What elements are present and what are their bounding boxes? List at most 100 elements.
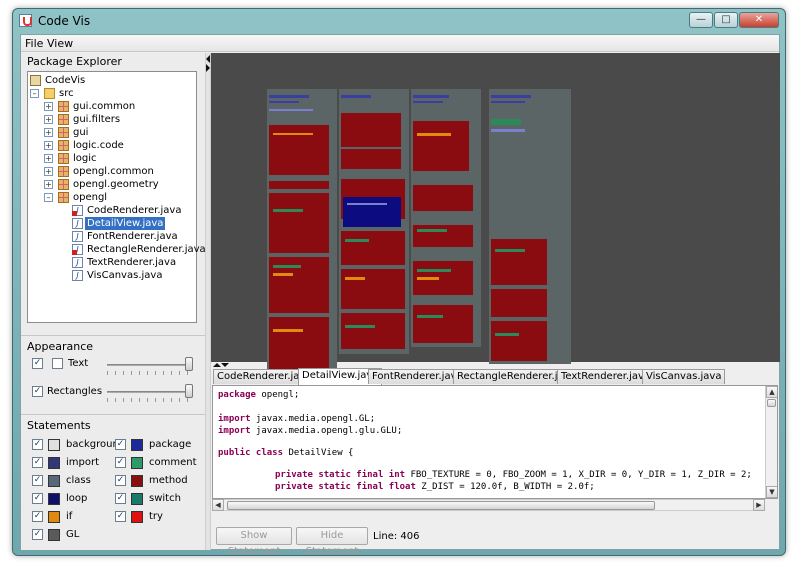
file-overview-column[interactable] [339, 89, 409, 354]
statement-color-swatch[interactable] [131, 493, 143, 505]
statement-color-swatch[interactable] [48, 529, 60, 541]
statement-checkbox[interactable]: ✓ [115, 439, 126, 450]
tree-item-label: VisCanvas.java [87, 270, 163, 281]
statement-color-swatch[interactable] [131, 439, 143, 451]
statement-checkbox[interactable]: ✓ [115, 475, 126, 486]
appearance-title: Appearance [27, 340, 94, 353]
tree-item-label: opengl.common [73, 166, 154, 177]
statement-color-swatch[interactable] [48, 475, 60, 487]
scroll-down-icon[interactable]: ▼ [766, 486, 777, 498]
statement-color-swatch[interactable] [48, 511, 60, 523]
show-statement-button[interactable]: Show Statement [216, 527, 292, 557]
vertical-scroll-thumb[interactable] [767, 399, 776, 407]
divider [21, 414, 205, 415]
tree-item-package[interactable]: + gui.common [44, 100, 137, 113]
close-button[interactable]: ✕ [739, 12, 779, 28]
tree-item-project[interactable]: CodeVis [30, 74, 87, 87]
tree-item-package[interactable]: + logic [44, 152, 99, 165]
text-slider-thumb[interactable] [185, 357, 193, 371]
tree-item-label: gui.common [73, 101, 136, 112]
statement-checkbox[interactable]: ✓ [115, 457, 126, 468]
scroll-right-icon[interactable]: ▶ [753, 499, 765, 511]
statement-color-swatch[interactable] [131, 511, 143, 523]
statement-checkbox[interactable]: ✓ [32, 439, 43, 450]
file-overview-column[interactable] [267, 89, 337, 379]
expand-icon[interactable]: + [44, 154, 53, 163]
expand-down-arrow-icon[interactable] [221, 363, 229, 367]
statement-checkbox[interactable]: ✓ [32, 529, 43, 540]
code-visualization-canvas[interactable] [211, 53, 780, 379]
statement-color-swatch[interactable] [48, 439, 60, 451]
tab-viscanvas[interactable]: VisCanvas.java [642, 369, 726, 384]
slider-ticks [107, 371, 193, 375]
rectangles-slider[interactable] [107, 391, 193, 393]
statement-color-swatch[interactable] [131, 457, 143, 469]
menu-view[interactable]: View [47, 37, 73, 50]
collapse-icon[interactable]: – [30, 89, 39, 98]
tab-textrenderer[interactable]: TextRenderer.java [557, 369, 655, 384]
expand-icon[interactable]: + [44, 102, 53, 111]
file-overview-column[interactable] [411, 89, 481, 347]
expand-icon[interactable]: + [44, 141, 53, 150]
tree-item-package[interactable]: – opengl [44, 191, 109, 204]
expand-icon[interactable]: + [44, 115, 53, 124]
left-panel: Package Explorer CodeVis – src + gui.com… [21, 53, 206, 550]
statement-color-swatch[interactable] [48, 493, 60, 505]
statement-checkbox[interactable]: ✓ [32, 457, 43, 468]
statement-checkbox[interactable]: ✓ [115, 493, 126, 504]
hide-statement-button[interactable]: Hide Statement [296, 527, 368, 557]
tree-item-package[interactable]: + gui.filters [44, 113, 122, 126]
collapse-left-arrow-icon[interactable] [206, 55, 210, 63]
rectangles-slider-thumb[interactable] [185, 384, 193, 398]
project-icon [30, 75, 41, 86]
text-slider[interactable] [107, 364, 193, 366]
statement-checkbox[interactable]: ✓ [115, 511, 126, 522]
statement-label: class [66, 475, 91, 486]
minimize-button[interactable]: — [689, 12, 713, 28]
tree-item-file[interactable]: J FontRenderer.java [72, 230, 180, 243]
tree-item-label: logic [73, 153, 97, 164]
statement-checkbox[interactable]: ✓ [32, 493, 43, 504]
code-line: package opengl; [218, 390, 300, 400]
horizontal-scroll-thumb[interactable] [227, 501, 655, 510]
rectangles-checkbox[interactable]: ✓ [32, 386, 43, 397]
package-icon [58, 179, 69, 190]
statement-checkbox[interactable]: ✓ [32, 475, 43, 486]
title-bar[interactable]: Code Vis — □ ✕ [13, 9, 785, 33]
text-checkbox[interactable] [52, 358, 63, 369]
tree-item-file[interactable]: J TextRenderer.java [72, 256, 178, 269]
tree-item-label: TextRenderer.java [87, 257, 177, 268]
package-tree[interactable]: CodeVis – src + gui.common + gui.filters [27, 71, 206, 323]
scroll-up-icon[interactable]: ▲ [766, 386, 777, 398]
code-editor[interactable]: package opengl; import javax.media.openg… [212, 385, 778, 499]
tree-item-label: gui [73, 127, 89, 138]
collapse-icon[interactable]: – [44, 193, 53, 202]
tree-item-file[interactable]: J RectangleRenderer.java [72, 243, 208, 256]
statement-color-swatch[interactable] [48, 457, 60, 469]
horizontal-scrollbar[interactable]: ◀ ▶ [212, 499, 765, 511]
maximize-button[interactable]: □ [714, 12, 738, 28]
expand-icon[interactable]: + [44, 167, 53, 176]
tree-item-package[interactable]: + gui [44, 126, 90, 139]
text-enabled-checkbox[interactable]: ✓ [32, 358, 43, 369]
menu-file[interactable]: File [25, 37, 43, 50]
collapse-up-arrow-icon[interactable] [213, 363, 221, 367]
statement-color-swatch[interactable] [131, 475, 143, 487]
tree-item-file-selected[interactable]: J DetailView.java [72, 217, 166, 230]
tree-item-label: RectangleRenderer.java [87, 244, 206, 255]
tab-fontrenderer[interactable]: FontRenderer.java [368, 369, 467, 384]
expand-icon[interactable]: + [44, 180, 53, 189]
scroll-left-icon[interactable]: ◀ [212, 499, 224, 511]
tree-item-file[interactable]: J CodeRenderer.java [72, 204, 183, 217]
statement-checkbox[interactable]: ✓ [32, 511, 43, 522]
tree-item-package[interactable]: + opengl.geometry [44, 178, 161, 191]
expand-icon[interactable]: + [44, 128, 53, 137]
tree-item-file[interactable]: J VisCanvas.java [72, 269, 164, 282]
tree-item-package[interactable]: + logic.code [44, 139, 126, 152]
vertical-scrollbar[interactable]: ▲ ▼ [765, 386, 777, 498]
tree-item-label: CodeVis [45, 75, 86, 86]
tree-item-package[interactable]: + opengl.common [44, 165, 156, 178]
file-overview-column[interactable] [489, 89, 571, 364]
expand-right-arrow-icon[interactable] [206, 64, 210, 72]
tree-item-src[interactable]: – src [30, 87, 76, 100]
